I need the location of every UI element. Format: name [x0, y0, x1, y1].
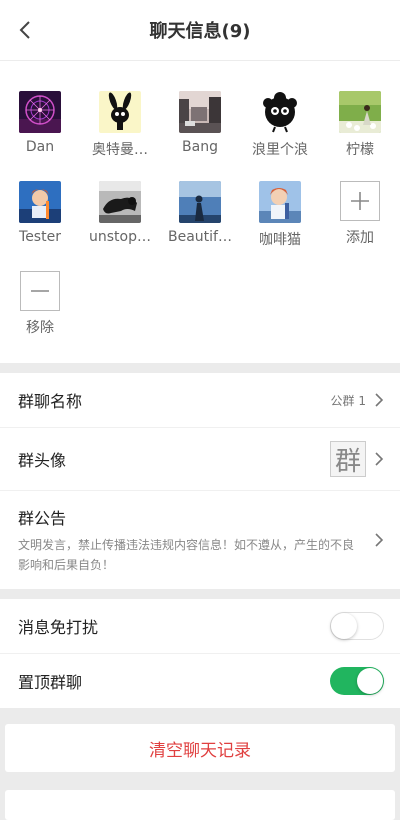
chevron-right-icon — [375, 393, 384, 407]
chevron-right-icon — [375, 452, 384, 466]
settings-section: 消息免打扰 置顶群聊 — [0, 599, 400, 708]
black-panther-avatar — [99, 181, 141, 223]
group-name-value: 公群 1 — [330, 393, 366, 408]
group-name-right: 公群 1 — [331, 392, 384, 409]
group-notice-label: 群公告 — [18, 509, 67, 528]
pin-right — [330, 667, 384, 695]
mute-row: 消息免打扰 — [0, 599, 400, 654]
bottom-panel — [5, 790, 395, 820]
group-avatar-row[interactable]: 群头像 群 — [0, 428, 400, 491]
group-notice-row[interactable]: 群公告 文明发言，禁止传播违法违规内容信息！如不遵从，产生的不良影响和后果自负！ — [0, 491, 400, 589]
bunny-creature-avatar — [99, 91, 141, 133]
chevron-right-icon — [375, 533, 384, 547]
anime-boy-blue-avatar — [19, 181, 61, 223]
anime-boy-sky-avatar — [259, 181, 301, 223]
group-notice-content: 群公告 文明发言，禁止传播违法违规内容信息！如不遵从，产生的不良影响和后果自负！ — [18, 505, 374, 575]
member-item[interactable]: unstop… — [80, 181, 160, 249]
member-name: Bang — [182, 139, 218, 155]
member-item[interactable]: Tester — [0, 181, 80, 249]
mute-label: 消息免打扰 — [18, 618, 99, 637]
member-name: 浪里个浪 — [252, 142, 308, 158]
remove-member-box[interactable] — [20, 271, 60, 311]
woman-silhouette-avatar — [179, 181, 221, 223]
toggle-knob — [331, 613, 357, 639]
member-name: Beautif… — [168, 229, 232, 245]
remove-member-button[interactable]: 移除 — [0, 271, 80, 337]
group-name-row[interactable]: 群聊名称 公群 1 — [0, 373, 400, 428]
group-avatar-label: 群头像 — [18, 451, 67, 470]
member-item[interactable]: Dan — [0, 91, 80, 159]
header-bar: 聊天信息(9) — [0, 0, 400, 61]
back-button[interactable] — [14, 18, 36, 42]
member-item[interactable]: 咖啡猫 — [240, 181, 320, 249]
group-notice-right — [374, 533, 384, 547]
member-grid: Dan 奥特曼… Bang 浪里个浪 柠檬 Tester unstop… Bea… — [0, 91, 400, 337]
group-avatar-right: 群 — [330, 441, 384, 477]
member-name: 奥特曼… — [92, 142, 148, 158]
minus-icon — [31, 290, 49, 292]
pin-toggle[interactable] — [330, 667, 384, 695]
page-title: 聊天信息(9) — [149, 21, 251, 42]
section-divider — [0, 363, 400, 373]
member-name: 咖啡猫 — [259, 232, 301, 248]
member-item[interactable]: 柠檬 — [320, 91, 400, 159]
member-item[interactable]: Bang — [160, 91, 240, 159]
add-member-button[interactable]: 添加 — [320, 181, 400, 249]
add-member-label: 添加 — [346, 230, 374, 246]
mute-right — [330, 612, 384, 640]
mute-toggle[interactable] — [330, 612, 384, 640]
ferris-wheel-avatar — [19, 91, 61, 133]
member-name: 柠檬 — [346, 142, 374, 158]
girl-in-field-avatar — [339, 91, 381, 133]
remove-member-label: 移除 — [26, 320, 54, 336]
member-item[interactable]: 奥特曼… — [80, 91, 160, 159]
member-item[interactable]: 浪里个浪 — [240, 91, 320, 159]
chevron-left-icon — [19, 21, 30, 39]
clear-history-button[interactable]: 清空聊天记录 — [5, 724, 395, 772]
member-grid-section: Dan 奥特曼… Bang 浪里个浪 柠檬 Tester unstop… Bea… — [0, 61, 400, 363]
member-name: unstop… — [89, 229, 151, 245]
member-name: Dan — [25, 139, 55, 155]
group-avatar-image: 群 — [330, 441, 366, 477]
section-divider — [0, 589, 400, 599]
plus-icon — [351, 192, 369, 210]
group-name-label: 群聊名称 — [18, 392, 83, 411]
group-notice-text: 文明发言，禁止传播违法违规内容信息！如不遵从，产生的不良影响和后果自负！ — [18, 538, 355, 572]
city-street-avatar — [179, 91, 221, 133]
soot-sprite-avatar — [259, 91, 301, 133]
add-member-box[interactable] — [340, 181, 380, 221]
member-name: Tester — [19, 229, 61, 245]
pin-label: 置顶群聊 — [18, 673, 83, 692]
member-item[interactable]: Beautif… — [160, 181, 240, 249]
pin-row: 置顶群聊 — [0, 654, 400, 708]
group-info-section: 群聊名称 公群 1 群头像 群 群公告 文明发言，禁止传播违法违规内容信息！如不… — [0, 373, 400, 589]
toggle-knob — [357, 668, 383, 694]
